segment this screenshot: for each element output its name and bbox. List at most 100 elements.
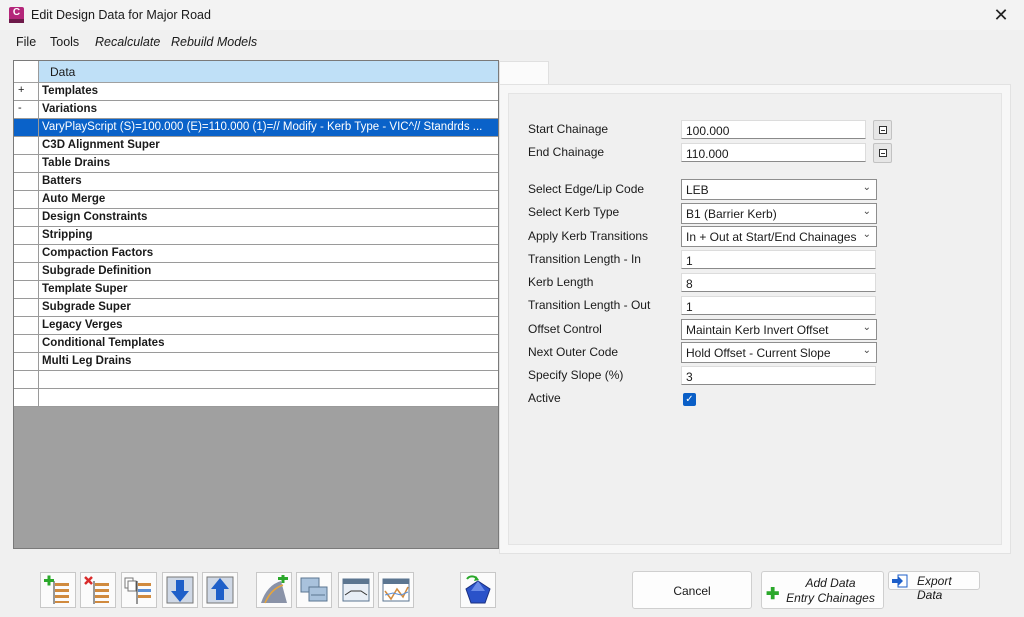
- add-alignment-icon: [261, 575, 288, 604]
- table-row[interactable]: - Variations: [14, 101, 498, 119]
- row-cell[interactable]: [39, 371, 498, 388]
- row-header[interactable]: [14, 371, 39, 388]
- window-title: Edit Design Data for Major Road: [31, 8, 211, 22]
- row-cell[interactable]: [39, 389, 498, 406]
- table-row-selected[interactable]: VaryPlayScript (S)=100.000 (E)=110.000 (…: [14, 119, 498, 137]
- row-header[interactable]: [14, 389, 39, 406]
- chevron-down-icon: ⌄: [862, 182, 871, 193]
- start-chainage-input[interactable]: 100.000: [681, 120, 866, 139]
- row-header[interactable]: [14, 245, 39, 262]
- move-down-button[interactable]: [162, 572, 198, 608]
- menu-tools[interactable]: Tools: [50, 35, 79, 49]
- label-kerb-length: Kerb Length: [528, 275, 594, 289]
- table-row[interactable]: Subgrade Super: [14, 299, 498, 317]
- close-button[interactable]: ✕: [978, 0, 1024, 30]
- row-cell[interactable]: Stripping: [39, 227, 498, 244]
- table-row[interactable]: Design Constraints: [14, 209, 498, 227]
- table-row[interactable]: C3D Alignment Super: [14, 137, 498, 155]
- next-outer-code-select[interactable]: Hold Offset - Current Slope ⌄: [681, 342, 877, 363]
- delete-row-icon: [84, 576, 109, 604]
- profile-view-button[interactable]: [378, 572, 414, 608]
- row-cell[interactable]: Variations: [39, 101, 498, 118]
- row-cell[interactable]: Template Super: [39, 281, 498, 298]
- row-cell[interactable]: C3D Alignment Super: [39, 137, 498, 154]
- cancel-button[interactable]: Cancel: [632, 571, 752, 609]
- table-row[interactable]: Conditional Templates: [14, 335, 498, 353]
- expand-toggle[interactable]: -: [14, 101, 39, 118]
- pick-end-chainage-button[interactable]: [873, 143, 892, 163]
- table-row[interactable]: + Templates: [14, 83, 498, 101]
- specify-slope-input[interactable]: 3: [681, 366, 876, 385]
- table-row[interactable]: [14, 371, 498, 389]
- row-header[interactable]: [14, 137, 39, 154]
- row-cell[interactable]: Subgrade Super: [39, 299, 498, 316]
- table-row[interactable]: Multi Leg Drains: [14, 353, 498, 371]
- active-checkbox[interactable]: ✓: [683, 393, 696, 406]
- kerb-length-input[interactable]: 8: [681, 273, 876, 292]
- row-header[interactable]: [14, 263, 39, 280]
- table-row[interactable]: Table Drains: [14, 155, 498, 173]
- table-row[interactable]: Compaction Factors: [14, 245, 498, 263]
- add-alignment-button[interactable]: [256, 572, 292, 608]
- edge-lip-code-select[interactable]: LEB ⌄: [681, 179, 877, 200]
- section-view-button[interactable]: [338, 572, 374, 608]
- row-cell[interactable]: Design Constraints: [39, 209, 498, 226]
- render-3d-button[interactable]: [460, 572, 496, 608]
- label-start-chainage: Start Chainage: [528, 122, 609, 136]
- offset-control-select[interactable]: Maintain Kerb Invert Offset ⌄: [681, 319, 877, 340]
- row-header[interactable]: [14, 353, 39, 370]
- row-header[interactable]: [14, 209, 39, 226]
- kerb-type-select[interactable]: B1 (Barrier Kerb) ⌄: [681, 203, 877, 224]
- pick-start-chainage-button[interactable]: [873, 120, 892, 140]
- add-data-entry-chainages-button[interactable]: ✚ Add Data Entry Chainages: [761, 571, 884, 609]
- row-header[interactable]: [14, 155, 39, 172]
- row-cell[interactable]: Auto Merge: [39, 191, 498, 208]
- render-3d-icon: [465, 575, 491, 604]
- row-cell[interactable]: Conditional Templates: [39, 335, 498, 352]
- row-header[interactable]: [14, 281, 39, 298]
- row-cell[interactable]: VaryPlayScript (S)=100.000 (E)=110.000 (…: [39, 119, 498, 136]
- row-cell[interactable]: Subgrade Definition: [39, 263, 498, 280]
- row-cell[interactable]: Batters: [39, 173, 498, 190]
- export-data-button[interactable]: Export Data: [888, 571, 980, 602]
- menu-file[interactable]: File: [16, 35, 36, 49]
- row-header[interactable]: [14, 191, 39, 208]
- end-chainage-input[interactable]: 110.000: [681, 143, 866, 162]
- row-cell[interactable]: Compaction Factors: [39, 245, 498, 262]
- section-view-icon: [342, 578, 370, 602]
- table-row[interactable]: Batters: [14, 173, 498, 191]
- row-cell[interactable]: Templates: [39, 83, 498, 100]
- add-data-label-line2: Entry Chainages: [786, 591, 875, 605]
- copy-row-button[interactable]: [121, 572, 157, 608]
- transition-in-input[interactable]: 1: [681, 250, 876, 269]
- row-header[interactable]: [14, 173, 39, 190]
- row-cell[interactable]: Table Drains: [39, 155, 498, 172]
- row-header[interactable]: [14, 119, 39, 136]
- delete-row-button[interactable]: [80, 572, 116, 608]
- row-cell[interactable]: Legacy Verges: [39, 317, 498, 334]
- kerb-transitions-select[interactable]: In + Out at Start/End Chainages ⌄: [681, 226, 877, 247]
- close-icon: ✕: [993, 5, 1009, 25]
- menu-recalculate[interactable]: Recalculate: [95, 35, 160, 49]
- row-header[interactable]: [14, 317, 39, 334]
- move-up-button[interactable]: [202, 572, 238, 608]
- copy-model-icon: [300, 577, 328, 602]
- copy-model-button[interactable]: [296, 572, 332, 608]
- table-row[interactable]: [14, 389, 498, 407]
- expand-toggle[interactable]: +: [14, 83, 39, 100]
- row-header[interactable]: [14, 299, 39, 316]
- row-header[interactable]: [14, 335, 39, 352]
- add-row-button[interactable]: [40, 572, 76, 608]
- transition-out-input[interactable]: 1: [681, 296, 876, 315]
- table-row[interactable]: Legacy Verges: [14, 317, 498, 335]
- data-grid[interactable]: Data + Templates - Variations VaryPlayScript…: [13, 60, 499, 549]
- menu-rebuild-models[interactable]: Rebuild Models: [171, 35, 257, 49]
- row-cell[interactable]: Multi Leg Drains: [39, 353, 498, 370]
- table-row[interactable]: Subgrade Definition: [14, 263, 498, 281]
- table-row[interactable]: Stripping: [14, 227, 498, 245]
- column-header-data[interactable]: Data: [39, 61, 498, 82]
- panel-tab[interactable]: [499, 61, 549, 85]
- table-row[interactable]: Auto Merge: [14, 191, 498, 209]
- table-row[interactable]: Template Super: [14, 281, 498, 299]
- row-header[interactable]: [14, 227, 39, 244]
